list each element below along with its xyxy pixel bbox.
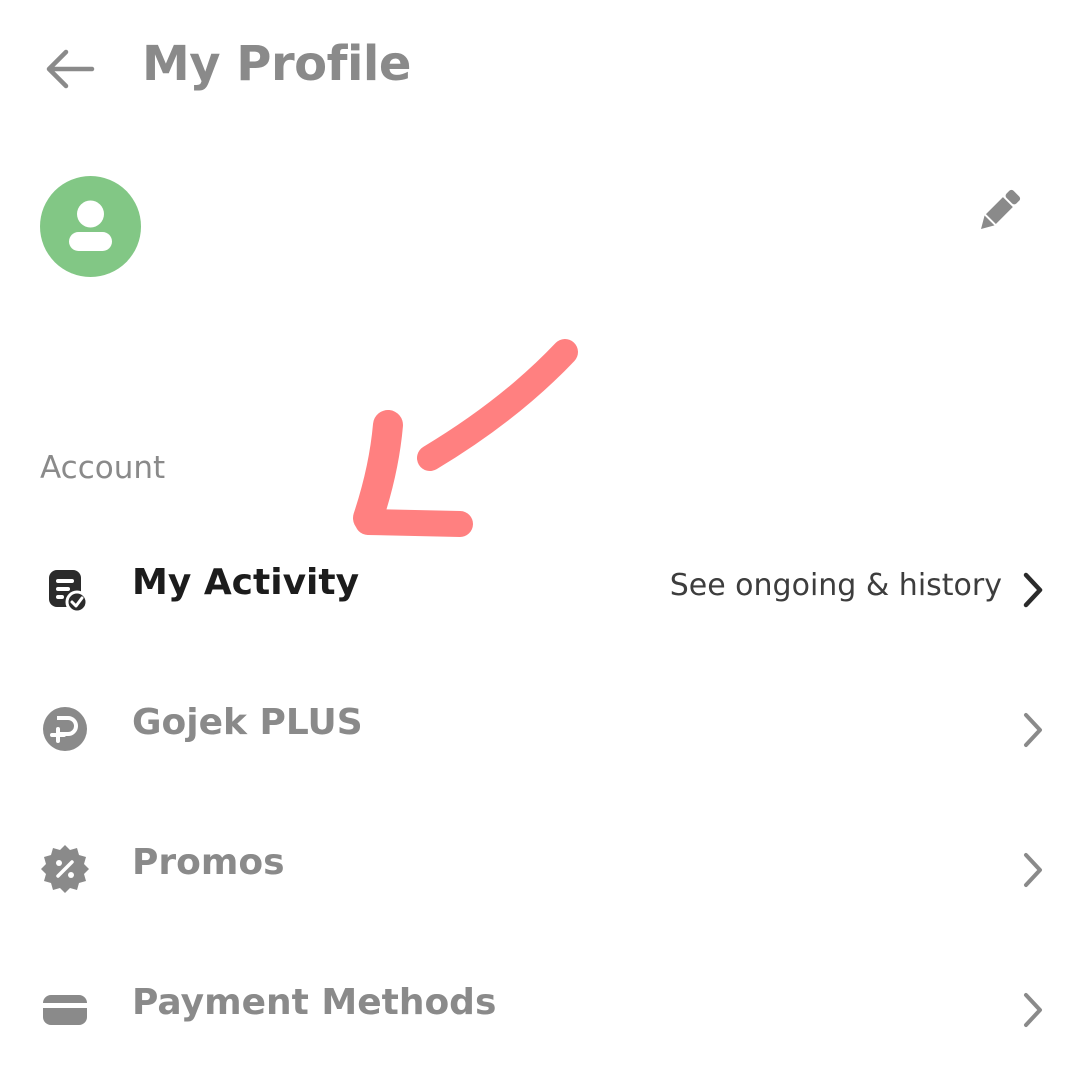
edit-profile-button[interactable]: [968, 182, 1028, 242]
menu-item-gojek-plus[interactable]: Gojek PLUS: [0, 672, 1080, 782]
menu-item-payment-methods[interactable]: Payment Methods: [0, 952, 1080, 1062]
header: My Profile: [0, 0, 1080, 130]
pencil-icon: [981, 189, 1021, 229]
menu-item-label: Promos: [132, 842, 285, 883]
activity-check-icon: [40, 564, 90, 614]
promo-badge-icon: [40, 844, 90, 894]
user-icon: [69, 200, 112, 251]
chevron-right-icon: [1016, 990, 1048, 1030]
hand-drawn-arrow-icon: [353, 339, 578, 537]
gojek-plus-icon: [40, 704, 90, 754]
menu-item-label: Payment Methods: [132, 982, 497, 1023]
menu-item-label: Gojek PLUS: [132, 702, 363, 743]
menu-item-label: My Activity: [132, 562, 360, 603]
section-label-account: Account: [40, 450, 166, 486]
arrow-left-icon: [46, 49, 95, 89]
annotation-arrow: [350, 330, 590, 550]
page-title: My Profile: [142, 36, 411, 92]
credit-card-icon: [40, 984, 90, 1034]
chevron-right-icon: [1016, 570, 1048, 610]
menu-item-promos[interactable]: Promos: [0, 812, 1080, 922]
menu-item-my-activity[interactable]: My Activity See ongoing & history: [0, 532, 1080, 642]
chevron-right-icon: [1016, 710, 1048, 750]
back-button[interactable]: [40, 44, 100, 94]
menu-item-hint: See ongoing & history: [669, 568, 1002, 603]
chevron-right-icon: [1016, 850, 1048, 890]
avatar[interactable]: [40, 176, 141, 277]
